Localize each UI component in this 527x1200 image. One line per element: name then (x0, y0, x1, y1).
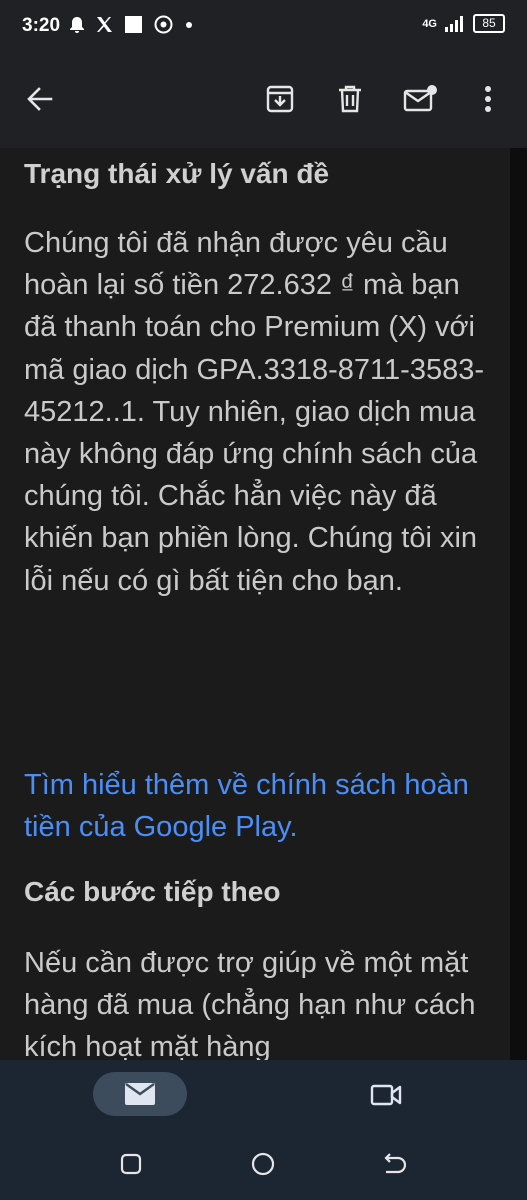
dot-icon (186, 21, 192, 28)
home-circle-icon (251, 1152, 275, 1176)
square-icon (125, 16, 142, 33)
refund-policy-link[interactable]: Tìm hiểu thêm về chính sách hoàn tiền củ… (24, 764, 494, 848)
video-camera-icon (370, 1084, 402, 1106)
notification-icons (70, 15, 193, 34)
bell-icon (70, 16, 84, 33)
app-badge-icon (154, 15, 173, 34)
mail-icon (125, 1083, 155, 1105)
scrollbar-track[interactable] (510, 148, 527, 1060)
app-bar (0, 52, 527, 148)
email-body[interactable]: Trạng thái xử lý vấn đề Chúng tôi đã nhậ… (0, 148, 527, 1060)
signal-icon (445, 15, 463, 32)
mail-tab[interactable] (93, 1072, 187, 1116)
mark-unread-button[interactable] (400, 79, 440, 119)
network-type: 4G (422, 17, 437, 30)
trash-icon (339, 85, 361, 113)
mail-unread-icon (403, 85, 437, 112)
section-title-status: Trạng thái xử lý vấn đề (24, 158, 330, 189)
archive-icon (266, 85, 294, 113)
status-bar: 3:20 4G 85 (0, 0, 527, 52)
recents-button[interactable] (111, 1144, 151, 1184)
battery-icon: 85 (473, 14, 505, 33)
recents-icon (120, 1153, 142, 1175)
more-vert-icon (485, 86, 491, 112)
status-paragraph: Chúng tôi đã nhận được yêu cầu hoàn lại … (24, 227, 484, 597)
home-button[interactable] (243, 1144, 283, 1184)
x-logo-icon (97, 17, 112, 32)
email-body-inner: Trạng thái xử lý vấn đề Chúng tôi đã nhậ… (0, 148, 510, 1060)
status-time: 3:20 (22, 15, 61, 36)
back-system-button[interactable] (374, 1144, 414, 1184)
status-right: 4G 85 (422, 14, 505, 33)
back-gesture-icon (384, 1153, 406, 1174)
system-navigation-bar (0, 1132, 527, 1200)
back-button[interactable] (20, 79, 60, 119)
arrow-back-icon (27, 87, 53, 111)
bottom-navigation (0, 1060, 527, 1132)
delete-button[interactable] (330, 79, 370, 119)
archive-button[interactable] (260, 79, 300, 119)
section-title-next-steps: Các bước tiếp theo (24, 876, 281, 907)
more-options-button[interactable] (468, 79, 508, 119)
meet-tab[interactable] (366, 1075, 406, 1115)
next-steps-paragraph: Nếu cần được trợ giúp về một mặt hàng đã… (24, 947, 476, 1060)
